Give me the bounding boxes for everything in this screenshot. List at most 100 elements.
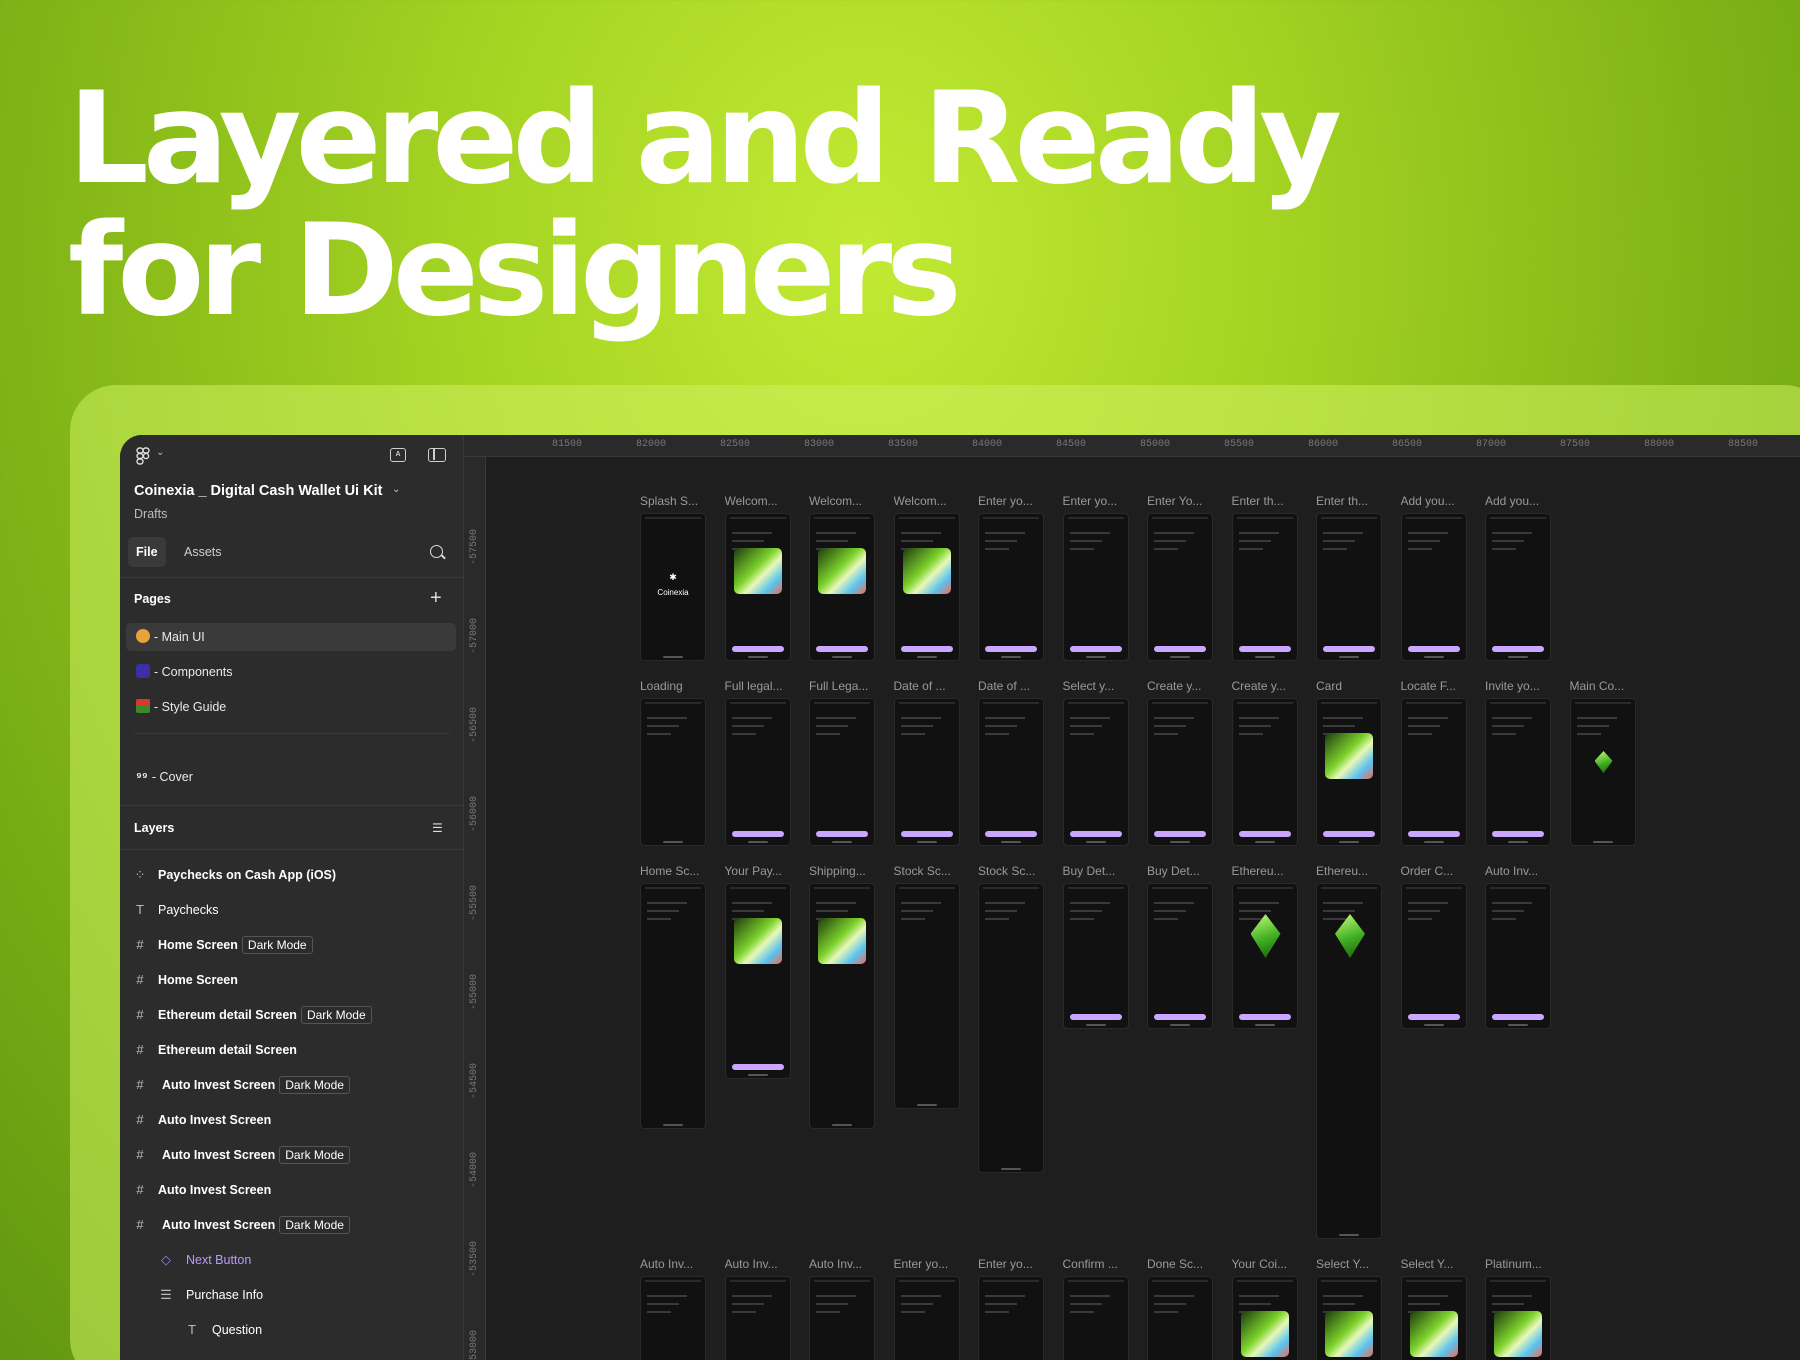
canvas-frame[interactable]: Stock Sc... xyxy=(978,863,1044,1173)
frame-label[interactable]: Enter yo... xyxy=(978,493,1044,509)
canvas-frame[interactable]: Your Coi... xyxy=(1231,1256,1298,1360)
layer-row[interactable]: T Question xyxy=(120,1315,463,1345)
frame-label[interactable]: Order C... xyxy=(1401,863,1467,879)
frame-label[interactable]: Main Co... xyxy=(1570,678,1636,694)
frame-label[interactable]: Splash S... xyxy=(640,493,706,509)
canvas-frame[interactable]: Create y... xyxy=(1231,678,1298,846)
frame-label[interactable]: Enter yo... xyxy=(978,1256,1044,1272)
frame-label[interactable]: Auto Inv... xyxy=(725,1256,791,1272)
canvas-frame[interactable]: Buy Det... xyxy=(1147,863,1213,1029)
frame-label[interactable]: Invite yo... xyxy=(1485,678,1551,694)
figma-logo-icon[interactable] xyxy=(136,447,152,465)
frame-label[interactable]: Shipping... xyxy=(809,863,875,879)
frame-label[interactable]: Enter yo... xyxy=(1063,493,1129,509)
frame-label[interactable]: Welcom... xyxy=(725,493,791,509)
file-title[interactable]: Coinexia _ Digital Cash Wallet Ui Kit xyxy=(134,483,382,499)
canvas-frame[interactable]: Buy Det... xyxy=(1062,863,1129,1029)
canvas-frame[interactable]: Locate F... xyxy=(1400,678,1467,846)
layer-row[interactable]: ☰ Purchase Info xyxy=(120,1280,463,1310)
search-icon[interactable] xyxy=(430,545,443,558)
canvas-frame[interactable]: Enter Yo... xyxy=(1147,493,1213,661)
frame-label[interactable]: Auto Inv... xyxy=(640,1256,706,1272)
canvas-frame[interactable]: Date of ... xyxy=(893,678,960,846)
layer-row[interactable]: # Auto Invest Screen Dark Mode xyxy=(120,1070,463,1100)
frame-label[interactable]: Add you... xyxy=(1401,493,1467,509)
page-item-components[interactable]: - Components xyxy=(126,658,456,686)
canvas-frame[interactable]: Select Y... xyxy=(1316,1256,1382,1360)
canvas-frame[interactable]: Select Y... xyxy=(1400,1256,1467,1360)
layer-row[interactable]: # Auto Invest Screen Dark Mode xyxy=(120,1140,463,1170)
canvas-frame[interactable]: Create y... xyxy=(1147,678,1213,846)
page-item-style-guide[interactable]: - Style Guide xyxy=(126,693,456,721)
frame-label[interactable]: Date of ... xyxy=(894,678,960,694)
canvas-frame[interactable]: Invite yo... xyxy=(1485,678,1551,846)
canvas-frame[interactable]: Add you... xyxy=(1485,493,1551,661)
frame-label[interactable]: Ethereu... xyxy=(1232,863,1298,879)
canvas-frame[interactable]: Enter yo... xyxy=(978,1256,1044,1360)
canvas-frame[interactable]: Welcom... xyxy=(724,493,791,661)
frame-label[interactable]: Done Sc... xyxy=(1147,1256,1213,1272)
frame-label[interactable]: Buy Det... xyxy=(1147,863,1213,879)
frame-label[interactable]: Home Sc... xyxy=(640,863,706,879)
layer-row[interactable]: # Auto Invest Screen xyxy=(120,1175,463,1205)
canvas-frame[interactable]: Your Pay... xyxy=(724,863,791,1079)
frame-label[interactable]: Select Y... xyxy=(1401,1256,1467,1272)
layer-row[interactable]: ⁘ Paychecks on Cash App (iOS) xyxy=(120,860,463,890)
canvas-frame[interactable]: Card xyxy=(1316,678,1382,846)
canvas-frame[interactable]: Welcom... xyxy=(893,493,960,661)
frame-label[interactable]: Loading xyxy=(640,678,706,694)
layer-row[interactable]: ◇ Next Button xyxy=(120,1245,463,1275)
layer-row[interactable]: T Paychecks xyxy=(120,895,463,925)
frame-label[interactable]: Buy Det... xyxy=(1063,863,1129,879)
canvas-frame[interactable]: Auto Inv... xyxy=(640,1256,706,1360)
frame-label[interactable]: Auto Inv... xyxy=(1485,863,1551,879)
layer-row[interactable]: # Home Screen xyxy=(120,965,463,995)
canvas-frame[interactable]: Main Co... xyxy=(1569,678,1636,846)
ai-icon[interactable]: A xyxy=(390,448,406,462)
canvas-frame[interactable]: Splash S... ✱ Coinexia xyxy=(640,493,706,661)
frame-label[interactable]: Create y... xyxy=(1232,678,1298,694)
layer-row[interactable]: # Ethereum detail Screen xyxy=(120,1035,463,1065)
frame-label[interactable]: Enter Yo... xyxy=(1147,493,1213,509)
canvas-frame[interactable]: Home Sc... xyxy=(640,863,706,1129)
canvas-frame[interactable]: Stock Sc... xyxy=(893,863,960,1109)
canvas-frame[interactable]: Ethereu... xyxy=(1231,863,1298,1029)
design-canvas[interactable]: 81500 82000 82500 83000 83500 84000 84500 85000… xyxy=(464,435,1800,1360)
frame-label[interactable]: Enter th... xyxy=(1232,493,1298,509)
canvas-frame[interactable]: Enter th... xyxy=(1316,493,1382,661)
canvas-frame[interactable]: Platinum... xyxy=(1485,1256,1551,1360)
frame-label[interactable]: Confirm ... xyxy=(1063,1256,1129,1272)
frame-label[interactable]: Add you... xyxy=(1485,493,1551,509)
canvas-frame[interactable]: Select y... xyxy=(1062,678,1129,846)
frame-label[interactable]: Stock Sc... xyxy=(894,863,960,879)
layer-row[interactable]: # Ethereum detail Screen Dark Mode xyxy=(120,1000,463,1030)
frame-label[interactable]: Welcom... xyxy=(894,493,960,509)
page-item-main-ui[interactable]: - Main UI xyxy=(126,623,456,651)
canvas-frame[interactable]: Order C... xyxy=(1400,863,1467,1029)
frame-label[interactable]: Ethereu... xyxy=(1316,863,1382,879)
canvas-frame[interactable]: Enter yo... xyxy=(978,493,1044,661)
frame-label[interactable]: Welcom... xyxy=(809,493,875,509)
frame-label[interactable]: Date of ... xyxy=(978,678,1044,694)
frame-label[interactable]: Stock Sc... xyxy=(978,863,1044,879)
layer-row[interactable]: # Home Screen Dark Mode xyxy=(120,930,463,960)
frame-label[interactable]: Full Lega... xyxy=(809,678,875,694)
canvas-frame[interactable]: Confirm ... xyxy=(1062,1256,1129,1360)
canvas-frame[interactable]: Enter th... xyxy=(1231,493,1298,661)
chevron-down-icon[interactable]: ⌄ xyxy=(156,447,164,458)
tab-file[interactable]: File xyxy=(128,537,166,567)
canvas-frame[interactable]: Shipping... xyxy=(809,863,875,1129)
page-item-cover[interactable]: ⁹⁹ - Cover xyxy=(126,763,456,791)
frame-label[interactable]: Enter th... xyxy=(1316,493,1382,509)
sidebar-toggle-icon[interactable] xyxy=(428,448,446,462)
canvas-frame[interactable]: Done Sc... xyxy=(1147,1256,1213,1360)
tab-assets[interactable]: Assets xyxy=(176,537,230,567)
canvas-frame[interactable]: Loading xyxy=(640,678,706,846)
layer-row[interactable]: # Auto Invest Screen xyxy=(120,1105,463,1135)
canvas-frame[interactable]: Ethereu... xyxy=(1316,863,1382,1239)
canvas-frame[interactable]: Full Lega... xyxy=(809,678,875,846)
canvas-frame[interactable]: Date of ... xyxy=(978,678,1044,846)
canvas-frame[interactable]: Add you... xyxy=(1400,493,1467,661)
frame-label[interactable]: Your Coi... xyxy=(1232,1256,1298,1272)
frame-label[interactable]: Auto Inv... xyxy=(809,1256,875,1272)
